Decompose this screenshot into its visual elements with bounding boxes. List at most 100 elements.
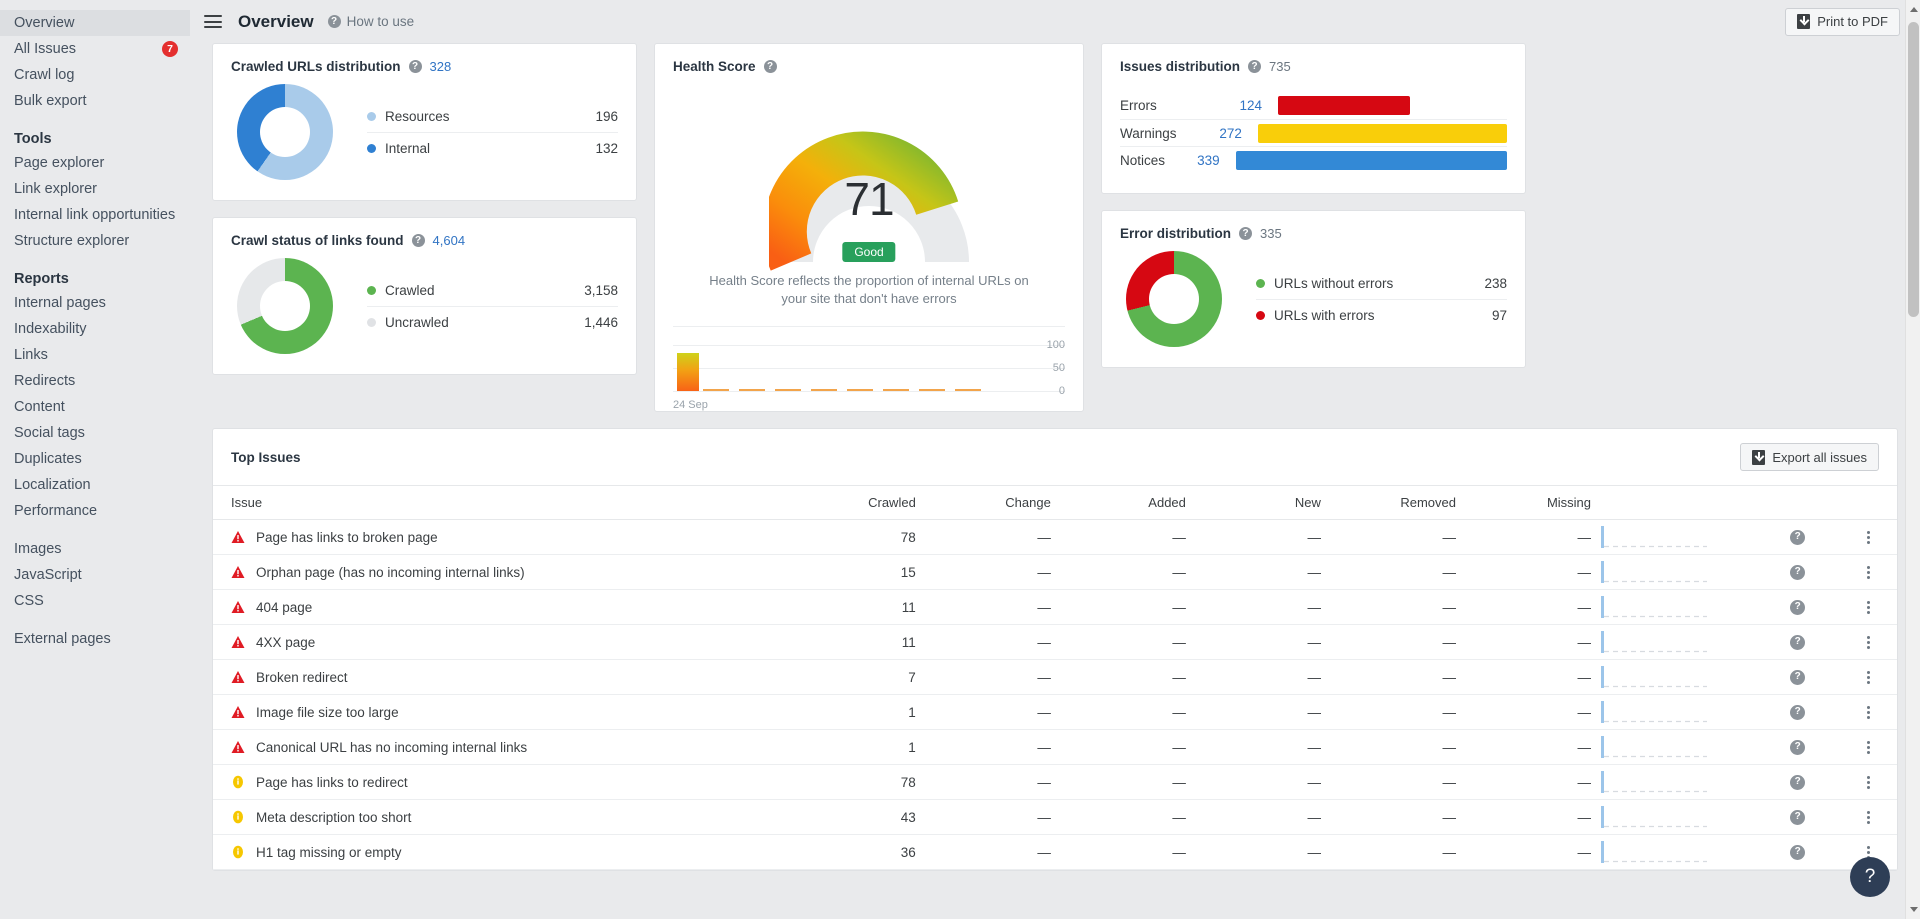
sidebar-item-bulk-export[interactable]: Bulk export xyxy=(0,88,190,114)
sidebar-item-indexability[interactable]: Indexability xyxy=(0,316,190,342)
more-options-icon[interactable] xyxy=(1866,810,1870,824)
cell-issue[interactable]: Page has links to broken page xyxy=(213,519,751,555)
sidebar-item-javascript[interactable]: JavaScript xyxy=(0,562,190,588)
column-header-crawled[interactable]: Crawled xyxy=(750,485,916,520)
help-icon[interactable]: ? xyxy=(1790,774,1806,790)
sidebar-item-redirects[interactable]: Redirects xyxy=(0,368,190,394)
error-icon xyxy=(231,565,245,579)
cell-sparkline xyxy=(1591,799,1757,835)
sidebar-item-performance[interactable]: Performance xyxy=(0,498,190,524)
issue-label: Broken redirect xyxy=(256,669,348,685)
column-header-missing[interactable]: Missing xyxy=(1455,485,1592,520)
health-score-value: 71 xyxy=(844,173,894,225)
column-header-removed[interactable]: Removed xyxy=(1320,485,1456,520)
legend-dot-urls-with-errors xyxy=(1256,311,1265,320)
table-row[interactable]: H1 tag missing or empty 36— — — — —? xyxy=(213,834,1897,870)
help-icon[interactable]: ? xyxy=(1790,739,1806,755)
table-row[interactable]: Orphan page (has no incoming internal li… xyxy=(213,554,1897,590)
sidebar-item-localization[interactable]: Localization xyxy=(0,472,190,498)
info-icon[interactable]: ? xyxy=(408,60,422,73)
vertical-scrollbar[interactable] xyxy=(1905,0,1920,919)
column-header-change[interactable]: Change xyxy=(915,485,1051,520)
sidebar-item-content[interactable]: Content xyxy=(0,394,190,420)
cell-issue[interactable]: Image file size too large xyxy=(213,694,751,730)
cell-issue[interactable]: Canonical URL has no incoming internal l… xyxy=(213,729,751,765)
cell-issue[interactable]: Page has links to redirect xyxy=(213,764,751,800)
info-icon[interactable]: ? xyxy=(411,234,425,247)
sidebar-item-all-issues[interactable]: All Issues 7 xyxy=(0,36,190,62)
issues-row-label: Notices xyxy=(1120,152,1166,168)
legend-dot-uncrawled xyxy=(367,318,376,327)
issues-distribution-card: Issues distribution ? 735 Errors 124 War… xyxy=(1101,43,1526,194)
cell-change: — xyxy=(915,554,1051,590)
export-all-issues-button[interactable]: Export all issues xyxy=(1740,443,1879,471)
how-to-use-link[interactable]: ? How to use xyxy=(327,14,414,29)
cell-issue[interactable]: Meta description too short xyxy=(213,799,751,835)
sidebar-item-internal-pages[interactable]: Internal pages xyxy=(0,290,190,316)
help-icon[interactable]: ? xyxy=(1790,669,1806,685)
table-row[interactable]: Image file size too large 1— — — — —? xyxy=(213,694,1897,730)
help-icon[interactable]: ? xyxy=(1790,844,1806,860)
cell-issue[interactable]: 404 page xyxy=(213,589,751,625)
more-options-icon[interactable] xyxy=(1866,530,1870,544)
more-options-icon[interactable] xyxy=(1866,565,1870,579)
table-row[interactable]: Broken redirect 7— — — — —? xyxy=(213,659,1897,695)
help-icon[interactable]: ? xyxy=(1790,599,1806,615)
sidebar-item-css[interactable]: CSS xyxy=(0,588,190,614)
table-row[interactable]: Page has links to redirect 78— — — — —? xyxy=(213,764,1897,800)
dashboard-content: Crawled URLs distribution ? 328 Resource… xyxy=(190,43,1920,871)
print-to-pdf-button[interactable]: Print to PDF xyxy=(1785,7,1900,36)
cell-added: — xyxy=(1050,764,1186,800)
info-icon[interactable]: ? xyxy=(763,60,777,73)
sidebar-item-duplicates[interactable]: Duplicates xyxy=(0,446,190,472)
table-row[interactable]: Meta description too short 43— — — — —? xyxy=(213,799,1897,835)
sidebar-item-structure-explorer[interactable]: Structure explorer xyxy=(0,228,190,254)
column-header-new[interactable]: New xyxy=(1185,485,1321,520)
sidebar-item-social-tags[interactable]: Social tags xyxy=(0,420,190,446)
sidebar-item-overview[interactable]: Overview xyxy=(0,10,190,36)
column-header-issue[interactable]: Issue xyxy=(213,485,751,520)
help-icon[interactable]: ? xyxy=(1790,564,1806,580)
sidebar-item-external-pages[interactable]: External pages xyxy=(0,626,190,652)
crawled-urls-donut-chart xyxy=(237,84,333,180)
help-icon[interactable]: ? xyxy=(1790,809,1806,825)
cell-removed: — xyxy=(1320,729,1456,765)
help-icon[interactable]: ? xyxy=(1790,634,1806,650)
error-icon xyxy=(231,530,245,544)
table-row[interactable]: 4XX page 11— — — — —? xyxy=(213,624,1897,660)
cell-issue[interactable]: 4XX page xyxy=(213,624,751,660)
info-icon[interactable]: ? xyxy=(1239,227,1252,240)
cell-issue[interactable]: Broken redirect xyxy=(213,659,751,695)
sidebar-item-images[interactable]: Images xyxy=(0,536,190,562)
cell-issue[interactable]: Orphan page (has no incoming internal li… xyxy=(213,554,751,590)
scroll-down-arrow-icon[interactable] xyxy=(1906,902,1920,917)
help-icon[interactable]: ? xyxy=(1790,529,1806,545)
cell-issue[interactable]: H1 tag missing or empty xyxy=(213,834,751,870)
scrollbar-thumb[interactable] xyxy=(1908,22,1919,317)
more-options-icon[interactable] xyxy=(1866,600,1870,614)
help-fab-button[interactable]: ? xyxy=(1850,857,1890,897)
more-options-icon[interactable] xyxy=(1866,670,1870,684)
more-options-icon[interactable] xyxy=(1866,705,1870,719)
more-options-icon[interactable] xyxy=(1866,740,1870,754)
crawl-status-title: Crawl status of links found xyxy=(231,233,404,248)
info-icon[interactable]: ? xyxy=(1248,60,1262,73)
sidebar-item-links[interactable]: Links xyxy=(0,342,190,368)
cards-row: Crawled URLs distribution ? 328 Resource… xyxy=(212,43,1898,412)
more-options-icon[interactable] xyxy=(1866,635,1870,649)
more-options-icon[interactable] xyxy=(1866,775,1870,789)
hamburger-icon[interactable] xyxy=(204,12,222,32)
cell-crawled: 11 xyxy=(750,624,916,660)
table-row[interactable]: 404 page 11— — — — —? xyxy=(213,589,1897,625)
sidebar-item-internal-link-opportunities[interactable]: Internal link opportunities xyxy=(0,202,190,228)
table-row[interactable]: Canonical URL has no incoming internal l… xyxy=(213,729,1897,765)
sidebar-item-crawl-log[interactable]: Crawl log xyxy=(0,62,190,88)
sidebar-divider-assets xyxy=(0,524,190,536)
mini-chart-baseline-dashes xyxy=(703,389,1049,391)
sidebar-item-link-explorer[interactable]: Link explorer xyxy=(0,176,190,202)
sidebar-item-page-explorer[interactable]: Page explorer xyxy=(0,150,190,176)
help-icon[interactable]: ? xyxy=(1790,704,1806,720)
scroll-up-arrow-icon[interactable] xyxy=(1906,2,1920,17)
table-row[interactable]: Page has links to broken page 78— — — — —? xyxy=(213,519,1897,555)
column-header-added[interactable]: Added xyxy=(1050,485,1186,520)
